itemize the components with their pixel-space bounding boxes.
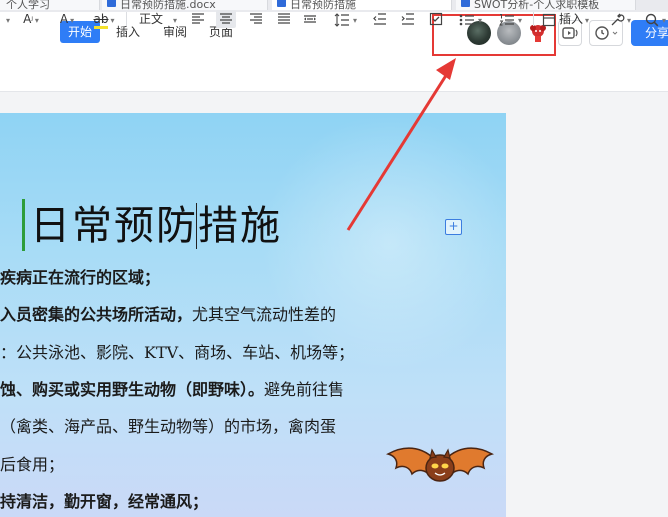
tab-label: 日常预防措施 [290, 0, 356, 10]
search-button[interactable]: ▾ [644, 10, 666, 28]
toolbar-divider [126, 12, 127, 26]
paragraph-text-bold: 入员密集的公共场所活动， [0, 305, 193, 324]
document-title[interactable]: 日常预防措施 [30, 198, 282, 254]
paragraph-text: 尤其空气流动性差的 [192, 305, 337, 324]
align-left-button[interactable] [190, 10, 206, 28]
paragraph-marker [22, 199, 25, 251]
document-icon [107, 0, 116, 7]
numbered-list-button[interactable]: ▾ [496, 10, 524, 28]
document-paragraph[interactable]: 蚀、购买或实用野生动物（即野味）。避免前往售 [0, 376, 344, 400]
document-paragraph[interactable]: 疾病正在流行的区域； [0, 264, 160, 288]
font-color-button[interactable]: A ▾ [54, 10, 80, 29]
bat-sticker-icon[interactable] [386, 436, 494, 488]
tools-icon [611, 13, 625, 25]
indent-decrease-button[interactable] [372, 10, 388, 28]
insert-icon [542, 13, 556, 26]
document-paragraph[interactable]: 持清洁，勤开窗，经常通风； [0, 488, 208, 512]
insert-label: 插入 [559, 12, 584, 26]
align-left-icon [192, 13, 204, 24]
style-label: 正文 [138, 12, 163, 26]
tab-label: SWOT分析-个人求职模板 [474, 0, 600, 10]
font-size-icon: Aʲ [23, 12, 33, 26]
bullet-list-button[interactable]: ▾ [456, 10, 484, 28]
tab-label: 个人学习 [6, 0, 50, 10]
document-paragraph[interactable]: （禽类、海产品、野生动物等）的市场，禽肉蛋 [0, 413, 336, 437]
font-size-button[interactable]: Aʲ ▾ [18, 10, 44, 28]
document-paragraph[interactable]: ：公共泳池、影院、KTV、商场、车站、机场等； [0, 339, 354, 363]
highlight-button[interactable]: ab ▾ [90, 10, 118, 29]
document-tab[interactable]: 个人学习 [0, 0, 100, 10]
paragraph-style-select[interactable]: 正文 ▾ [136, 10, 180, 28]
align-right-icon [250, 13, 262, 24]
numbered-list-icon [499, 13, 514, 25]
toolbar-overflow-caret[interactable]: ▾ [4, 10, 10, 28]
paragraph-text: 避免前往售 [264, 380, 345, 399]
distributed-align-button[interactable] [302, 10, 318, 28]
document-tab-active[interactable]: 日常预防措施 [272, 0, 452, 10]
wps-writer-window: 个人学习 日常预防措施.docx 日常预防措施 SWOT分析-个人求职模板 开始… [0, 0, 668, 517]
document-icon [277, 0, 286, 7]
toolbar-divider [533, 12, 534, 26]
search-icon [645, 13, 659, 26]
indent-increase-button[interactable] [400, 10, 416, 28]
line-spacing-button[interactable]: ▾ [332, 10, 358, 28]
document-paragraph[interactable]: 后食用； [0, 451, 64, 475]
tools-button[interactable]: ▾ [606, 10, 634, 28]
justify-button[interactable] [276, 10, 292, 28]
formatting-toolbar [0, 56, 668, 92]
document-tab[interactable]: 日常预防措施.docx [102, 0, 268, 10]
document-paragraph[interactable]: 入员密集的公共场所活动，尤其空气流动性差的 [0, 301, 336, 325]
text-cursor [196, 203, 197, 249]
align-center-button[interactable] [216, 10, 236, 28]
bullet-list-icon [459, 14, 474, 25]
checkbox-icon [429, 12, 443, 26]
justify-icon [278, 13, 290, 24]
insert-menu-button[interactable]: 插入 ▾ [542, 10, 598, 28]
checkbox-button[interactable] [428, 10, 444, 28]
tab-label: 日常预防措施.docx [120, 0, 216, 10]
annotation-arrow [346, 58, 456, 231]
document-tab[interactable]: SWOT分析-个人求职模板 [456, 0, 636, 10]
align-center-icon [220, 13, 232, 24]
indent-decrease-icon [373, 13, 386, 25]
indent-increase-icon [401, 13, 414, 25]
document-icon [461, 0, 470, 7]
align-right-button[interactable] [248, 10, 264, 28]
font-color-icon: A [59, 12, 69, 29]
line-spacing-icon [334, 12, 349, 27]
paragraph-text-bold: 蚀、购买或实用野生动物（即野味）。 [0, 380, 265, 399]
highlight-icon: ab [93, 12, 109, 29]
distributed-icon [304, 15, 316, 23]
